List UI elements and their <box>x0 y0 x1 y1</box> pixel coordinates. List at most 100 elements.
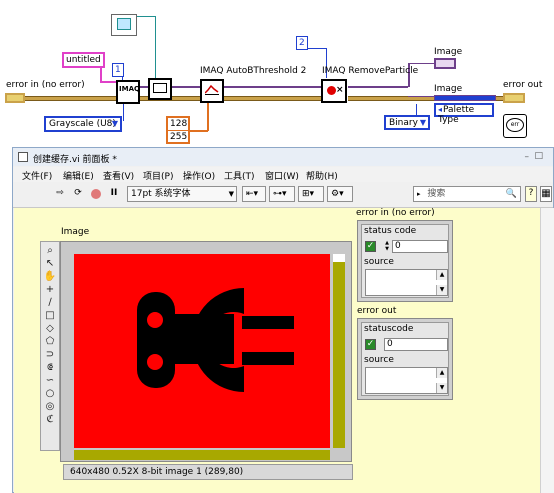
error-wire-in <box>24 96 116 101</box>
image-out-top-terminal[interactable] <box>434 58 456 69</box>
image-tools-palette: ⌕ ↖ ✋ + ∕ □ ◇ ⬠ ⊃ ⟃ ∽ ○ ◎ ℭ <box>40 241 60 451</box>
error-in-code-field[interactable]: 0 <box>392 240 448 253</box>
error-out-label: error out <box>503 80 543 90</box>
scroll-up-icon[interactable]: ▲ <box>436 368 447 378</box>
font-dropdown[interactable]: 17pt 系统字体 ▼ <box>127 186 237 202</box>
selection-arrow-icon[interactable]: ↖ <box>43 257 57 270</box>
error-out-status-header: statuscode <box>364 324 414 334</box>
string-constant[interactable]: untitled <box>62 52 105 68</box>
enum-arrow-icon: ▼ <box>111 119 118 128</box>
resize-objects-button[interactable]: ⊞▾ <box>298 186 324 202</box>
menu-bar: 文件(F) 编辑(E) 查看(V) 项目(P) 操作(O) 工具(T) 窗口(W… <box>13 167 553 182</box>
scroll-down-icon[interactable]: ▼ <box>436 285 447 295</box>
window-vertical-scrollbar[interactable] <box>540 208 554 493</box>
error-out-inner: statuscode ✓ 0 source ▲ ▼ <box>361 322 449 396</box>
image-status-bar: 640x480 0.52X 8-bit image 1 (289,80) <box>63 464 353 480</box>
menu-help[interactable]: 帮助(H) <box>306 169 338 182</box>
search-icon: 🔍 <box>505 189 517 199</box>
maximize-icon[interactable]: □ <box>534 151 543 161</box>
menu-project[interactable]: 项目(P) <box>143 169 173 182</box>
menu-view[interactable]: 查看(V) <box>103 169 134 182</box>
scrollbar-thumb[interactable] <box>333 254 345 262</box>
error-in-cluster-label: error in (no error) <box>356 208 435 218</box>
chevron-down-icon: ▼ <box>228 190 234 198</box>
int-constant-2[interactable]: 2 <box>296 36 308 50</box>
pan-hand-icon[interactable]: ✋ <box>43 270 57 283</box>
palette-type-enum[interactable]: ◂Palette Type <box>434 103 494 125</box>
scroll-down-icon[interactable]: ▼ <box>436 383 447 393</box>
broken-line-icon[interactable]: ⟃ <box>43 361 57 374</box>
annulus-icon[interactable]: ◎ <box>43 400 57 413</box>
particle-icon <box>327 86 336 95</box>
abort-icon[interactable] <box>89 187 103 201</box>
imaq-window-node[interactable] <box>148 78 172 100</box>
menu-window[interactable]: 窗口(W) <box>265 169 299 182</box>
reorder-button[interactable]: ⚙▾ <box>327 186 353 202</box>
menu-file[interactable]: 文件(F) <box>22 169 52 182</box>
distribute-objects-button[interactable]: ⊶▾ <box>269 186 295 202</box>
range-low: 128 <box>168 119 188 131</box>
freehand-region-icon[interactable]: ⊃ <box>43 348 57 361</box>
run-arrow-icon[interactable]: ⇨ <box>53 187 67 201</box>
scroll-up-icon[interactable]: ▲ <box>436 270 447 280</box>
help-icon[interactable]: ? <box>525 186 537 202</box>
error-in-cluster[interactable]: status code ✓ ▲ ▼ 0 source ▲ ▼ <box>357 220 453 302</box>
line-icon[interactable]: ∕ <box>43 296 57 309</box>
error-out-cluster-label: error out <box>357 306 397 316</box>
error-out-cluster[interactable]: statuscode ✓ 0 source ▲ ▼ <box>357 318 453 400</box>
binary-enum-value: Binary <box>389 118 418 128</box>
freehand-line-icon[interactable]: ∽ <box>43 374 57 387</box>
ref-wire-h <box>137 16 156 17</box>
histogram-icon <box>204 84 219 95</box>
error-in-code-stepper[interactable]: ▲ ▼ <box>383 240 391 253</box>
error-in-label: error in (no error) <box>6 80 85 90</box>
menu-edit[interactable]: 编辑(E) <box>63 169 94 182</box>
image-horizontal-scrollbar[interactable] <box>74 450 330 460</box>
display-icon <box>117 18 131 30</box>
error-in-source-field[interactable]: ▲ ▼ <box>365 269 448 296</box>
grid-icon[interactable]: ▦ <box>540 186 552 202</box>
align-objects-button[interactable]: ⇤▾ <box>242 186 266 202</box>
range-constant[interactable]: 128 255 <box>166 116 190 144</box>
error-in-inner: status code ✓ ▲ ▼ 0 source ▲ ▼ <box>361 224 449 298</box>
error-out-code-value: 0 <box>387 339 393 349</box>
ref-wire-v <box>155 16 156 80</box>
oval-icon[interactable]: ○ <box>43 387 57 400</box>
zoom-icon[interactable]: ⌕ <box>43 244 57 257</box>
pan-icon[interactable]: ℭ <box>43 413 57 426</box>
binary-enum[interactable]: Binary ▼ <box>384 115 430 130</box>
grayscale-enum[interactable]: Grayscale (U8) ▼ <box>44 116 122 132</box>
rotated-rectangle-icon[interactable]: ◇ <box>43 322 57 335</box>
menu-tools[interactable]: 工具(T) <box>224 169 255 182</box>
range-wire-v <box>207 103 209 131</box>
image-out-top-label: Image <box>434 47 463 57</box>
front-panel-window: 创建缓存.vi 前面板 * – □ 文件(F) 编辑(E) 查看(V) 项目(P… <box>12 147 554 493</box>
app-icon <box>18 152 28 162</box>
error-out-terminal[interactable] <box>503 93 525 103</box>
reorder-icon: ⚙▾ <box>331 189 344 199</box>
polygon-icon[interactable]: ⬠ <box>43 335 57 348</box>
image-vertical-scrollbar[interactable] <box>333 254 345 448</box>
autothreshold-node[interactable] <box>200 79 224 103</box>
image-wire-bottom <box>408 96 434 97</box>
toolbar: ⇨ ⟳ II 17pt 系统字体 ▼ ⇤▾ ⊶▾ ⊞▾ ⚙▾ ▸ 搜索 🔍 ? … <box>13 183 553 208</box>
rectangle-icon[interactable]: □ <box>43 309 57 322</box>
removeparticle-node[interactable]: × <box>321 79 347 103</box>
pause-icon[interactable]: II <box>107 187 121 201</box>
image-wire-3 <box>348 86 408 88</box>
point-icon[interactable]: + <box>43 283 57 296</box>
minimize-icon[interactable]: – <box>525 152 530 162</box>
run-continuous-icon[interactable]: ⟳ <box>71 187 85 201</box>
error-out-source-label: source <box>364 355 394 365</box>
int-constant-1[interactable]: 1 <box>112 63 124 77</box>
image-display-label: Image <box>61 227 90 237</box>
imaq-create-node[interactable]: IMAQ <box>116 80 140 104</box>
error-in-status-checkbox[interactable]: ✓ <box>365 241 376 252</box>
search-field[interactable]: ▸ 搜索 🔍 <box>413 186 521 202</box>
error-handler-node[interactable]: err <box>503 114 527 138</box>
window-reference-node[interactable] <box>111 14 137 36</box>
menu-operate[interactable]: 操作(O) <box>183 169 215 182</box>
image-display[interactable] <box>60 241 352 462</box>
error-in-terminal[interactable] <box>5 93 25 103</box>
image-out-bottom-terminal[interactable] <box>434 95 496 101</box>
